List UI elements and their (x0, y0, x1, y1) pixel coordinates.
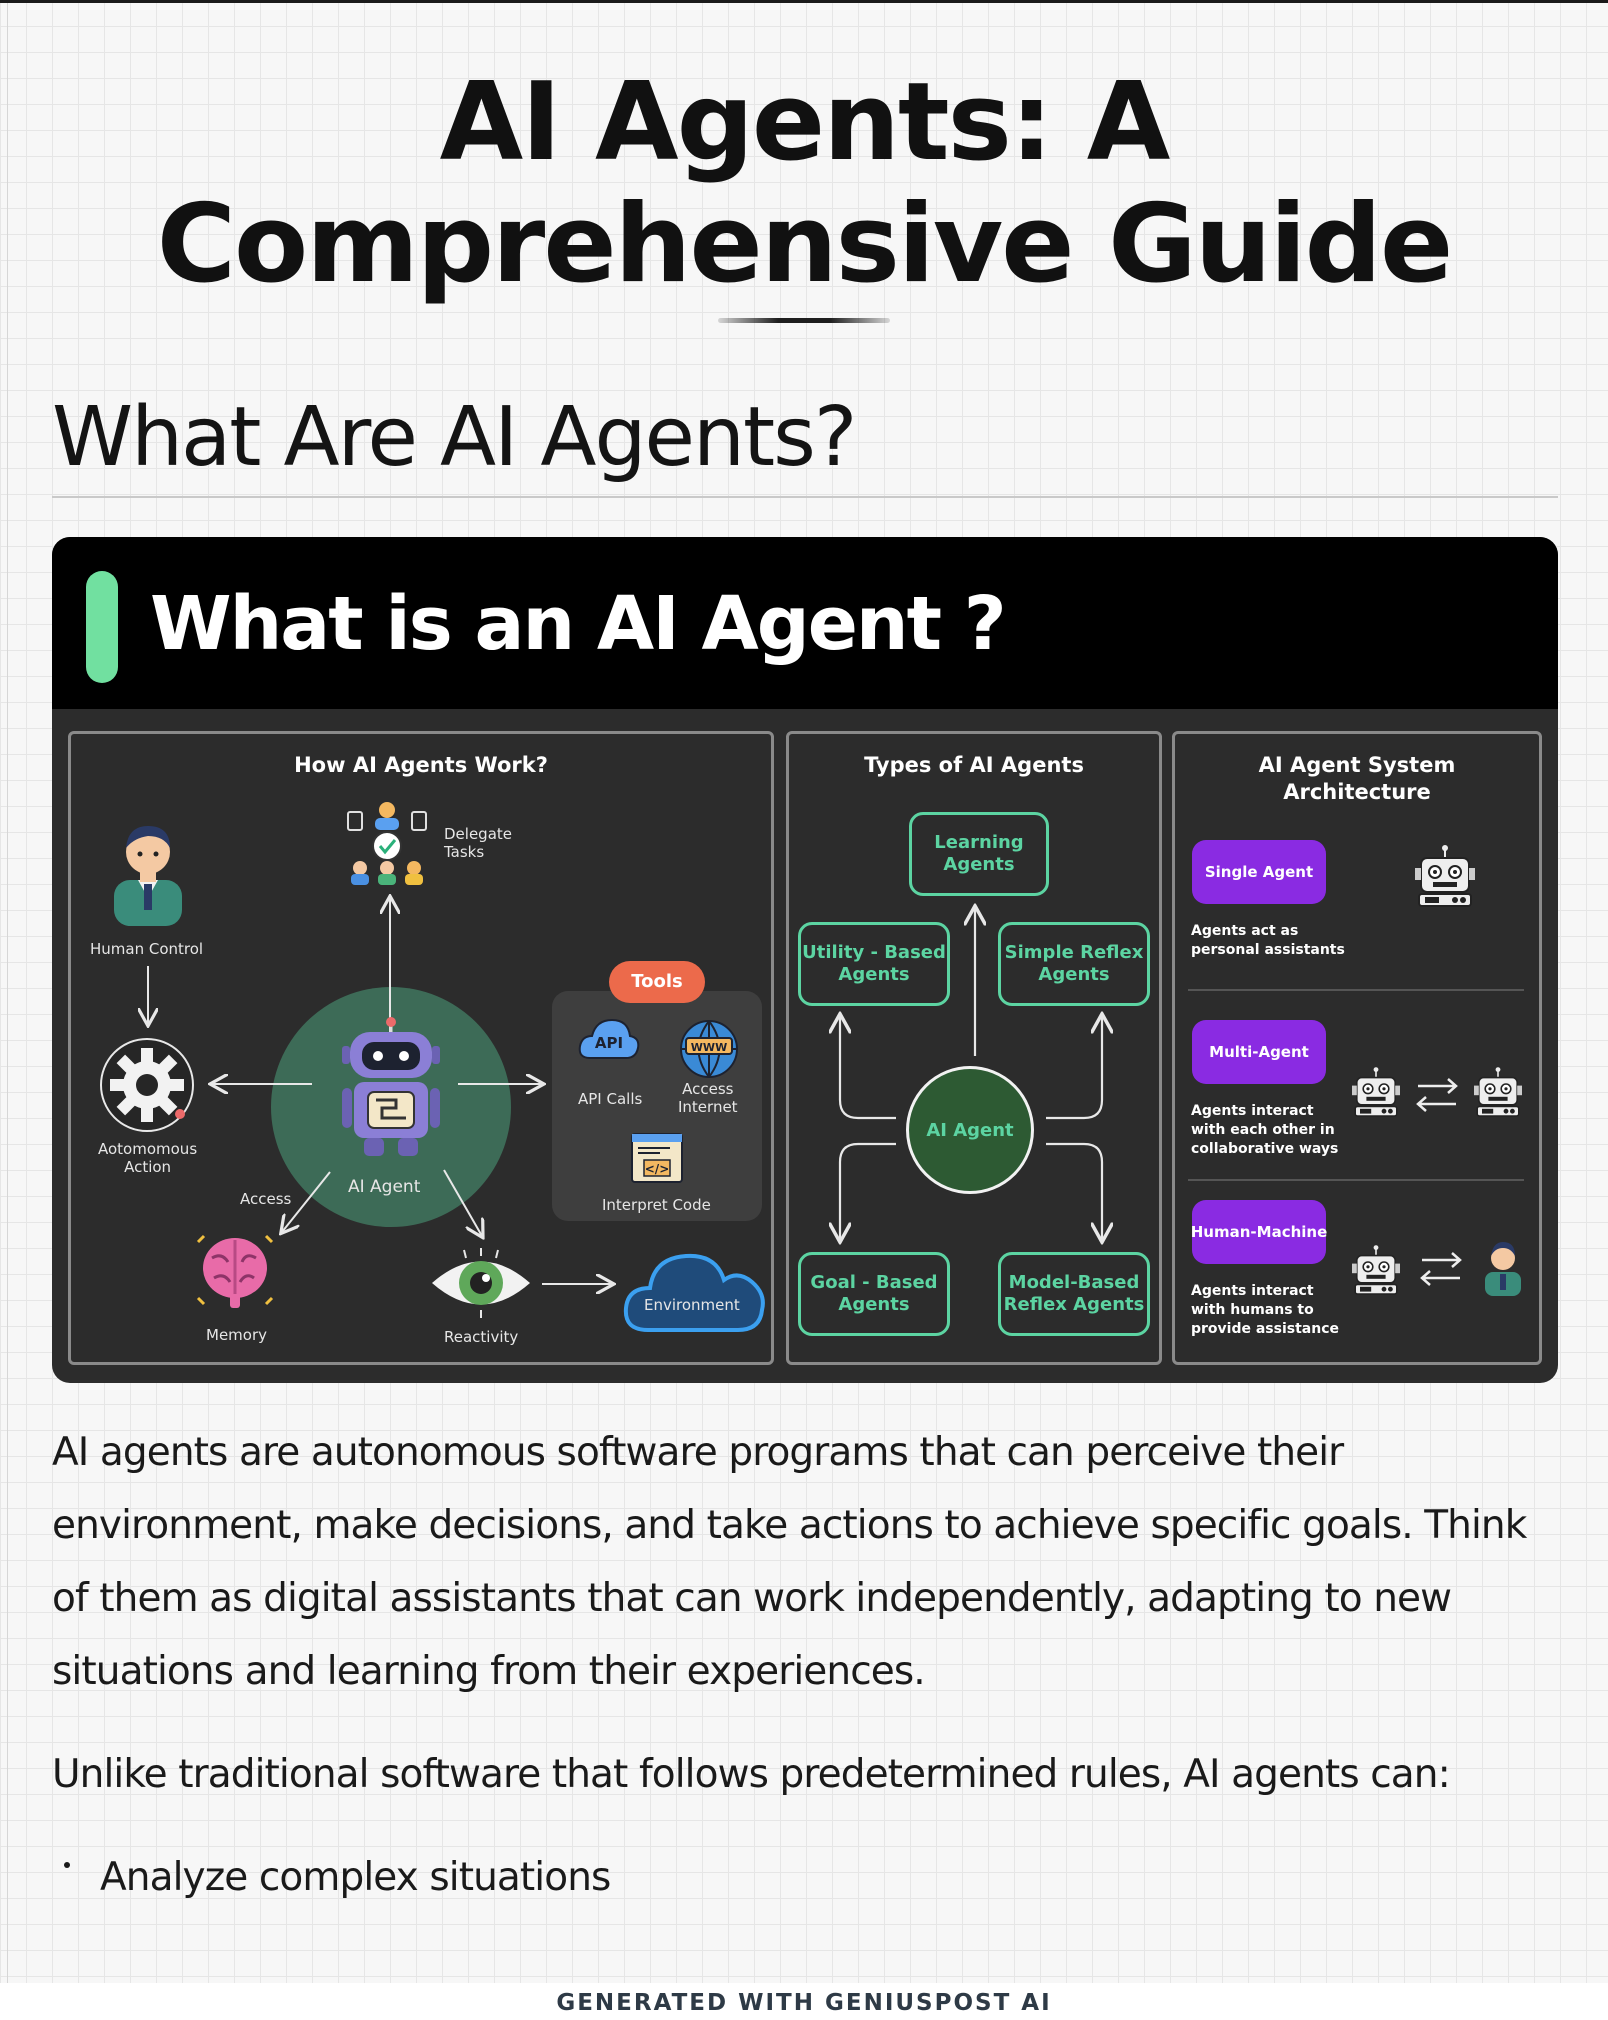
list-item-text: Analyze complex situations (100, 1855, 611, 1900)
capabilities-list: Analyze complex situations (52, 1852, 1552, 1904)
capabilities-intro: Unlike traditional software that follows… (52, 1752, 1451, 1797)
exchange-arrows-multi (1416, 1078, 1458, 1112)
robot-icon-single (1414, 844, 1476, 907)
exchange-arrows-human (1420, 1252, 1462, 1286)
robot-icon-human-machine (1351, 1244, 1401, 1295)
person-icon-small (1485, 1242, 1521, 1296)
bullet-icon (64, 1862, 70, 1868)
list-item: Analyze complex situations (52, 1852, 1552, 1904)
robot-icon-multi-a (1351, 1066, 1401, 1117)
robot-icon-multi-b (1473, 1066, 1523, 1117)
architecture-icons (1351, 844, 1523, 1296)
footer-credit: GENERATED WITH GENIUSPOST AI (556, 1990, 1052, 2016)
intro-paragraph: AI agents are autonomous software progra… (52, 1430, 1527, 1694)
